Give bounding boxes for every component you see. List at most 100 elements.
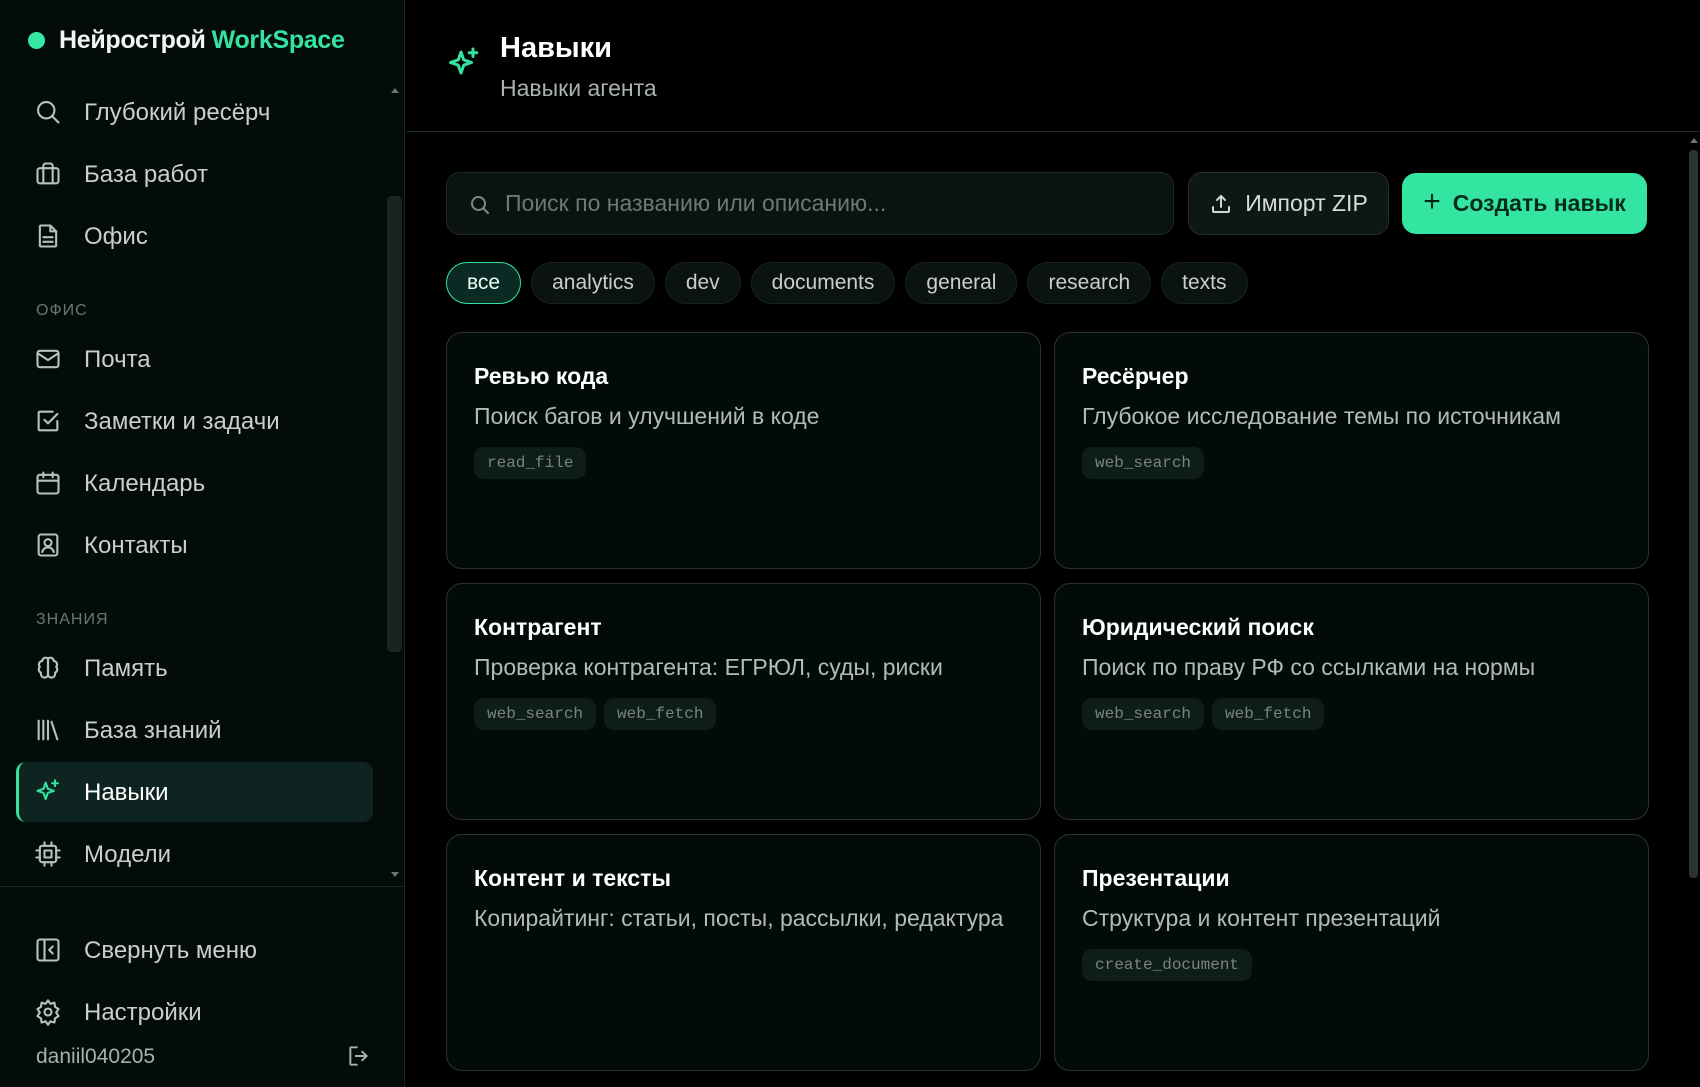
- sidebar-item-collapse-menu[interactable]: Свернуть меню: [16, 920, 373, 980]
- search-icon: [468, 193, 492, 217]
- import-zip-button[interactable]: Импорт ZIP: [1188, 172, 1389, 235]
- skill-title: Контент и тексты: [474, 865, 672, 891]
- brand-logo[interactable]: Нейрострой WorkSpace: [28, 26, 345, 55]
- brand-name: Нейрострой: [59, 26, 206, 54]
- filter-chip-dev[interactable]: dev: [664, 262, 741, 304]
- sparkle-icon: [34, 778, 62, 806]
- tool-tag: web_fetch: [604, 698, 717, 730]
- import-zip-label: Импорт ZIP: [1245, 190, 1368, 216]
- search-input[interactable]: [505, 173, 1165, 234]
- search-icon: [34, 98, 62, 126]
- sidebar-scroll-up-arrow[interactable]: [391, 88, 399, 93]
- sidebar-item-skills[interactable]: Навыки: [16, 762, 373, 822]
- create-skill-label: Создать навык: [1452, 190, 1626, 216]
- tool-tag: read_file: [474, 447, 587, 479]
- chip-icon: [34, 840, 62, 868]
- tool-tag: web_fetch: [1212, 698, 1325, 730]
- skill-description: Глубокое исследование темы по источникам: [1082, 403, 1561, 429]
- library-icon: [34, 716, 62, 744]
- sidebar-item-calendar[interactable]: Календарь: [16, 453, 373, 513]
- sidebar-item-label: База знаний: [84, 717, 222, 744]
- skill-title: Ресёрчер: [1082, 363, 1189, 389]
- document-icon: [34, 222, 62, 250]
- sidebar-item-office[interactable]: Офис: [16, 206, 373, 266]
- page-title: Навыки: [500, 32, 613, 64]
- sidebar-item-label: Свернуть меню: [84, 937, 258, 964]
- skill-card[interactable]: Контент и тексты Копирайтинг: статьи, по…: [446, 834, 1041, 1071]
- sidebar-item-label: Настройки: [84, 999, 202, 1026]
- sidebar-item-settings[interactable]: Настройки: [16, 982, 373, 1042]
- tool-tag: web_search: [1082, 698, 1205, 730]
- sidebar-item-label: Навыки: [84, 779, 169, 806]
- sidebar-item-label: Глубокий ресёрч: [84, 99, 271, 126]
- tool-tag: create_document: [1082, 949, 1253, 981]
- category-filters: все analytics dev documents general rese…: [446, 262, 1248, 304]
- sidebar: Нейрострой WorkSpace Глубокий ресёрч База…: [0, 0, 405, 1087]
- brand-accent: WorkSpace: [211, 26, 345, 54]
- sidebar-item-label: База работ: [84, 161, 209, 188]
- sidebar-item-mail[interactable]: Почта: [16, 329, 373, 389]
- skill-title: Презентации: [1082, 865, 1230, 891]
- skill-card[interactable]: Презентации Структура и контент презента…: [1054, 834, 1649, 1071]
- sidebar-item-label: Модели: [84, 841, 172, 868]
- sidebar-item-label: Заметки и задачи: [84, 408, 280, 435]
- skill-title: Контрагент: [474, 614, 602, 640]
- sidebar-divider: [0, 886, 405, 887]
- filter-chip-all[interactable]: все: [446, 262, 522, 304]
- skill-description: Копирайтинг: статьи, посты, рассылки, ре…: [474, 905, 1004, 931]
- page-subtitle: Навыки агента: [500, 75, 657, 101]
- gear-icon: [34, 998, 62, 1026]
- tool-tag: web_search: [1082, 447, 1205, 479]
- sidebar-item-label: Память: [84, 655, 168, 682]
- user-name: daniil040205: [36, 1045, 156, 1068]
- briefcase-icon: [34, 160, 62, 188]
- brain-icon: [34, 654, 62, 682]
- sidebar-item-knowledge-base[interactable]: База знаний: [16, 700, 373, 760]
- tool-tag: web_search: [474, 698, 597, 730]
- sidebar-item-notes-tasks[interactable]: Заметки и задачи: [16, 391, 373, 451]
- sidebar-item-deep-research[interactable]: Глубокий ресёрч: [16, 82, 373, 142]
- logout-icon[interactable]: [346, 1043, 372, 1069]
- filter-chip-documents[interactable]: documents: [750, 262, 896, 304]
- header-divider: [406, 131, 1700, 132]
- collapse-icon: [34, 936, 62, 964]
- create-skill-button[interactable]: + Создать навык: [1402, 173, 1647, 234]
- contact-icon: [34, 531, 62, 559]
- skill-description: Структура и контент презентаций: [1082, 905, 1441, 931]
- skill-card[interactable]: Ресёрчер Глубокое исследование темы по и…: [1054, 332, 1649, 569]
- main-scrollbar[interactable]: [1689, 150, 1698, 878]
- upload-icon: [1212, 194, 1231, 213]
- sidebar-item-label: Офис: [84, 223, 148, 250]
- skill-description: Поиск багов и улучшений в коде: [474, 403, 820, 429]
- plus-icon: +: [1423, 185, 1441, 218]
- skill-description: Проверка контрагента: ЕГРЮЛ, суды, риски: [474, 654, 943, 680]
- sidebar-item-work-base[interactable]: База работ: [16, 144, 373, 204]
- skill-card[interactable]: Юридический поиск Поиск по праву РФ со с…: [1054, 583, 1649, 820]
- checkbox-icon: [34, 407, 62, 435]
- sidebar-item-label: Почта: [84, 346, 151, 373]
- skill-title: Юридический поиск: [1082, 614, 1314, 640]
- sidebar-item-memory[interactable]: Память: [16, 638, 373, 698]
- sidebar-item-label: Контакты: [84, 532, 188, 559]
- filter-chip-general[interactable]: general: [905, 262, 1018, 304]
- main-scroll-up-arrow[interactable]: [1690, 138, 1698, 143]
- sidebar-section-office: ОФИС: [36, 302, 88, 319]
- skill-card[interactable]: Контрагент Проверка контрагента: ЕГРЮЛ, …: [446, 583, 1041, 820]
- skill-title: Ревью кода: [474, 363, 609, 389]
- sidebar-scroll-down-arrow[interactable]: [391, 872, 399, 877]
- sidebar-item-models[interactable]: Модели: [16, 824, 373, 884]
- status-dot: [28, 32, 45, 49]
- search-box[interactable]: [446, 172, 1174, 235]
- sidebar-item-label: Календарь: [84, 470, 206, 497]
- sparkle-icon: [446, 46, 482, 82]
- sidebar-section-knowledge: ЗНАНИЯ: [36, 611, 109, 628]
- skill-description: Поиск по праву РФ со ссылками на нормы: [1082, 654, 1536, 680]
- filter-chip-analytics[interactable]: analytics: [531, 262, 655, 304]
- sidebar-scrollbar[interactable]: [387, 196, 402, 652]
- skill-card[interactable]: Ревью кода Поиск багов и улучшений в код…: [446, 332, 1041, 569]
- mail-icon: [34, 345, 62, 373]
- filter-chip-research[interactable]: research: [1027, 262, 1152, 304]
- calendar-icon: [34, 469, 62, 497]
- sidebar-item-contacts[interactable]: Контакты: [16, 515, 373, 575]
- filter-chip-texts[interactable]: texts: [1161, 262, 1248, 304]
